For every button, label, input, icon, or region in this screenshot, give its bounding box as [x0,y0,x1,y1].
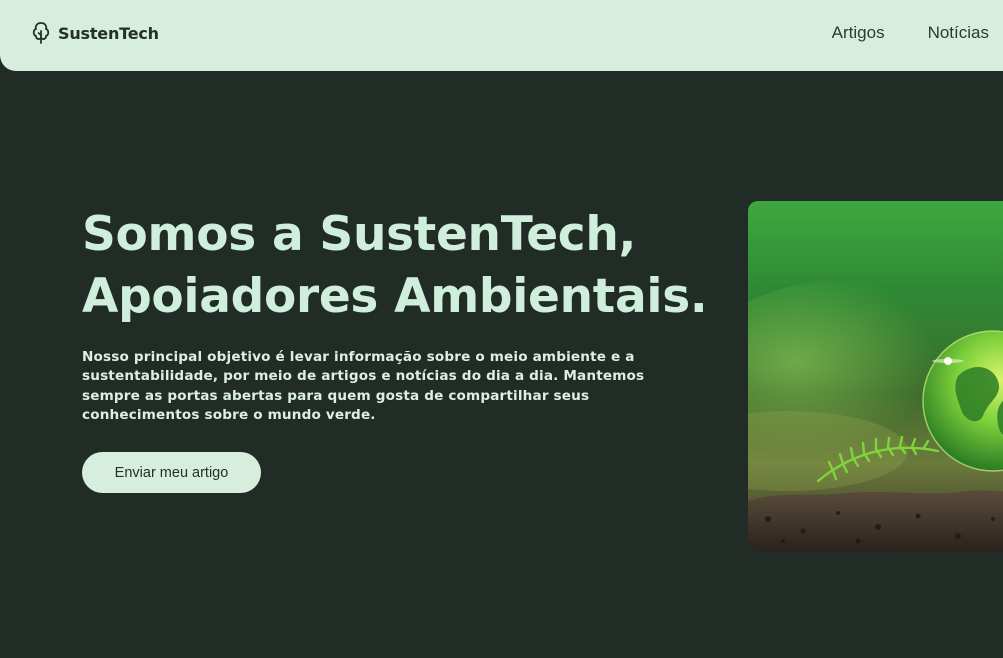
hero-title-line-2: Apoiadores Ambientais. [82,269,708,324]
main-nav: Artigos Notícias [832,23,989,43]
page: SustenTech Artigos Notícias Somos a Sust… [0,0,1003,658]
hero-description: Nosso principal objetivo é levar informa… [82,349,645,423]
hero-title: Somos a SustenTech, Apoiadores Ambientai… [82,204,722,328]
nav-link-noticias[interactable]: Notícias [928,23,989,43]
nav-link-artigos[interactable]: Artigos [832,23,885,43]
send-article-button[interactable]: Enviar meu artigo [82,452,261,493]
globe-in-grass-image [748,201,1003,551]
brand-name: SustenTech [58,23,159,43]
hero-title-line-1: Somos a SustenTech, [82,207,637,262]
site-header: SustenTech Artigos Notícias [0,0,1003,71]
brand-logo[interactable]: SustenTech [30,21,159,45]
tree-icon [30,21,52,45]
